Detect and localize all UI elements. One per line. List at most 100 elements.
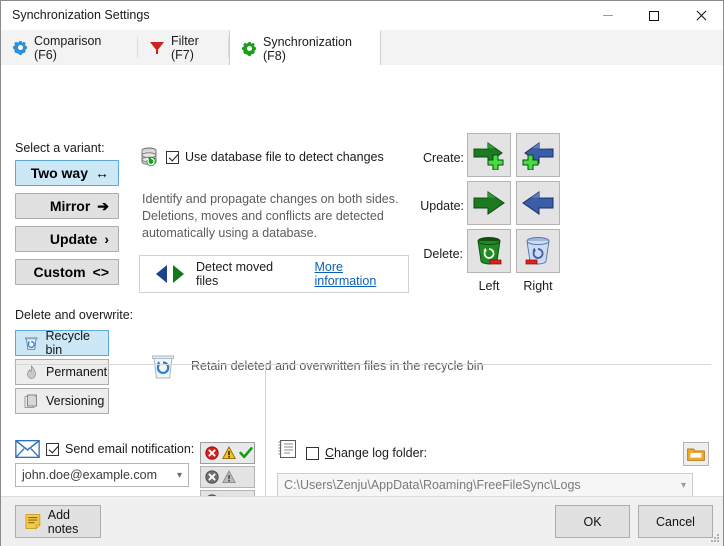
title-bar: Synchronization Settings [1,1,723,30]
versioning-option-label: Versioning [46,394,104,408]
use-database-checkbox-row[interactable]: Use database file to detect changes [166,150,384,164]
green-right-arrow-icon [173,265,184,283]
browse-folder-button[interactable] [683,442,709,466]
red-funnel-icon [150,41,164,55]
right-arrow-icon: ➔ [97,199,109,213]
send-email-label: Send email notification: [65,442,194,456]
variant-update-button[interactable]: Update › [15,226,119,252]
section-divider-horizontal [14,364,711,365]
close-icon [695,10,706,21]
permanent-option-label: Permanent [46,365,107,379]
settings-tabs: Comparison (F6) Filter (F7) Synchronizat… [1,30,723,66]
ok-button[interactable]: OK [555,505,630,538]
log-list-icon [277,439,297,459]
maximize-icon [649,11,659,21]
minimize-icon [603,15,613,16]
variant-two-way-button[interactable]: Two way ↔ [15,160,119,186]
chevron-down-icon: ▾ [177,470,182,481]
window-controls [585,1,723,30]
dialog-footer: Add notes OK Cancel [1,496,723,546]
delete-row-label: Delete: [415,247,463,261]
log-folder-path-combo[interactable]: C:\Users\Zenju\AppData\Roaming\FreeFileS… [277,473,693,497]
maximize-button[interactable] [631,1,677,30]
green-right-arrow-plus-icon [472,140,506,170]
errors-and-warnings-filter-button[interactable] [200,466,255,488]
error-icon [205,470,219,484]
delete-right-button[interactable] [516,229,560,273]
update-left-button[interactable] [467,181,511,225]
angle-brackets-icon: <> [93,265,109,279]
cancel-label: Cancel [656,515,695,529]
notes-icon [25,513,41,530]
variant-caption: Select a variant: [15,141,105,155]
create-row-label: Create: [416,151,464,165]
recycle-bin-option-label: Recycle bin [46,329,109,357]
blue-left-arrow-plus-icon [521,140,555,170]
add-notes-button[interactable]: Add notes [15,505,101,538]
synchronization-panel: Select a variant: Two way ↔ Mirror ➔ Upd… [1,65,723,545]
send-email-checkbox[interactable] [46,443,59,456]
versioning-option-button[interactable]: Versioning [15,388,109,414]
email-address-combo[interactable]: john.doe@example.com ▾ [15,463,189,487]
tab-comparison[interactable]: Comparison (F6) [1,30,137,65]
all-results-filter-button[interactable] [200,442,255,464]
blue-left-arrow-icon [521,190,555,216]
variant-two-way-label: Two way [31,165,88,181]
create-right-button[interactable] [516,133,560,177]
warning-icon [222,470,236,484]
tab-synchronization-label: Synchronization (F8) [263,35,368,63]
chevron-right-icon: › [104,232,109,246]
right-column-label: Right [516,279,560,293]
email-address-value: john.doe@example.com [22,468,157,482]
recycle-bin-icon [24,336,39,351]
success-icon [239,446,253,460]
green-gear-icon [242,42,256,56]
ok-label: OK [583,515,601,529]
delete-overwrite-caption: Delete and overwrite: [15,308,133,322]
resize-grip[interactable] [711,534,720,543]
tab-comparison-label: Comparison (F6) [34,34,125,62]
green-right-arrow-icon [472,190,506,216]
change-log-folder-label-rest: hange log folder: [334,446,427,460]
change-log-folder-checkbox-row[interactable]: Change log folder: [306,446,427,460]
use-database-checkbox[interactable] [166,151,179,164]
detect-moved-files-box: Detect moved files More information [139,255,409,293]
variant-update-label: Update [50,231,97,247]
variant-mirror-label: Mirror [50,198,90,214]
blue-recycle-bin-icon [523,235,553,267]
left-column-label: Left [467,279,511,293]
variant-mirror-button[interactable]: Mirror ➔ [15,193,119,219]
recycle-bin-option-button[interactable]: Recycle bin [15,330,109,356]
blue-gear-icon [13,41,27,55]
synchronization-settings-window: Synchronization Settings Comparison (F6)… [0,0,724,546]
update-row-label: Update: [411,199,464,213]
variant-description-text: Identify and propagate changes on both s… [142,191,404,242]
recycle-bin-large-icon [150,352,176,380]
send-email-checkbox-row[interactable]: Send email notification: [46,442,194,456]
tab-filter[interactable]: Filter (F7) [138,30,228,65]
blue-left-arrow-icon [156,265,167,283]
use-database-label: Use database file to detect changes [185,150,384,164]
change-log-folder-label: Change log folder: [325,446,427,460]
database-icon [139,147,159,167]
variant-custom-button[interactable]: Custom <> [15,259,119,285]
delete-left-button[interactable] [467,229,511,273]
update-right-button[interactable] [516,181,560,225]
tab-synchronization[interactable]: Synchronization (F8) [229,30,381,66]
tab-filter-label: Filter (F7) [171,34,216,62]
two-way-arrow-icon: ↔ [95,166,109,180]
close-button[interactable] [677,1,723,30]
variant-description-block: Use database file to detect changes Iden… [139,141,411,301]
minimize-button[interactable] [585,1,631,30]
variant-custom-label: Custom [34,264,86,280]
warning-icon [222,446,236,460]
more-information-link[interactable]: More information [315,260,409,288]
window-title: Synchronization Settings [12,8,150,22]
flame-icon [24,365,39,380]
detect-moved-files-label: Detect moved files [196,260,299,288]
cancel-button[interactable]: Cancel [638,505,713,538]
folder-icon [687,447,705,462]
change-log-folder-checkbox[interactable] [306,447,319,460]
error-icon [205,446,219,460]
create-left-button[interactable] [467,133,511,177]
